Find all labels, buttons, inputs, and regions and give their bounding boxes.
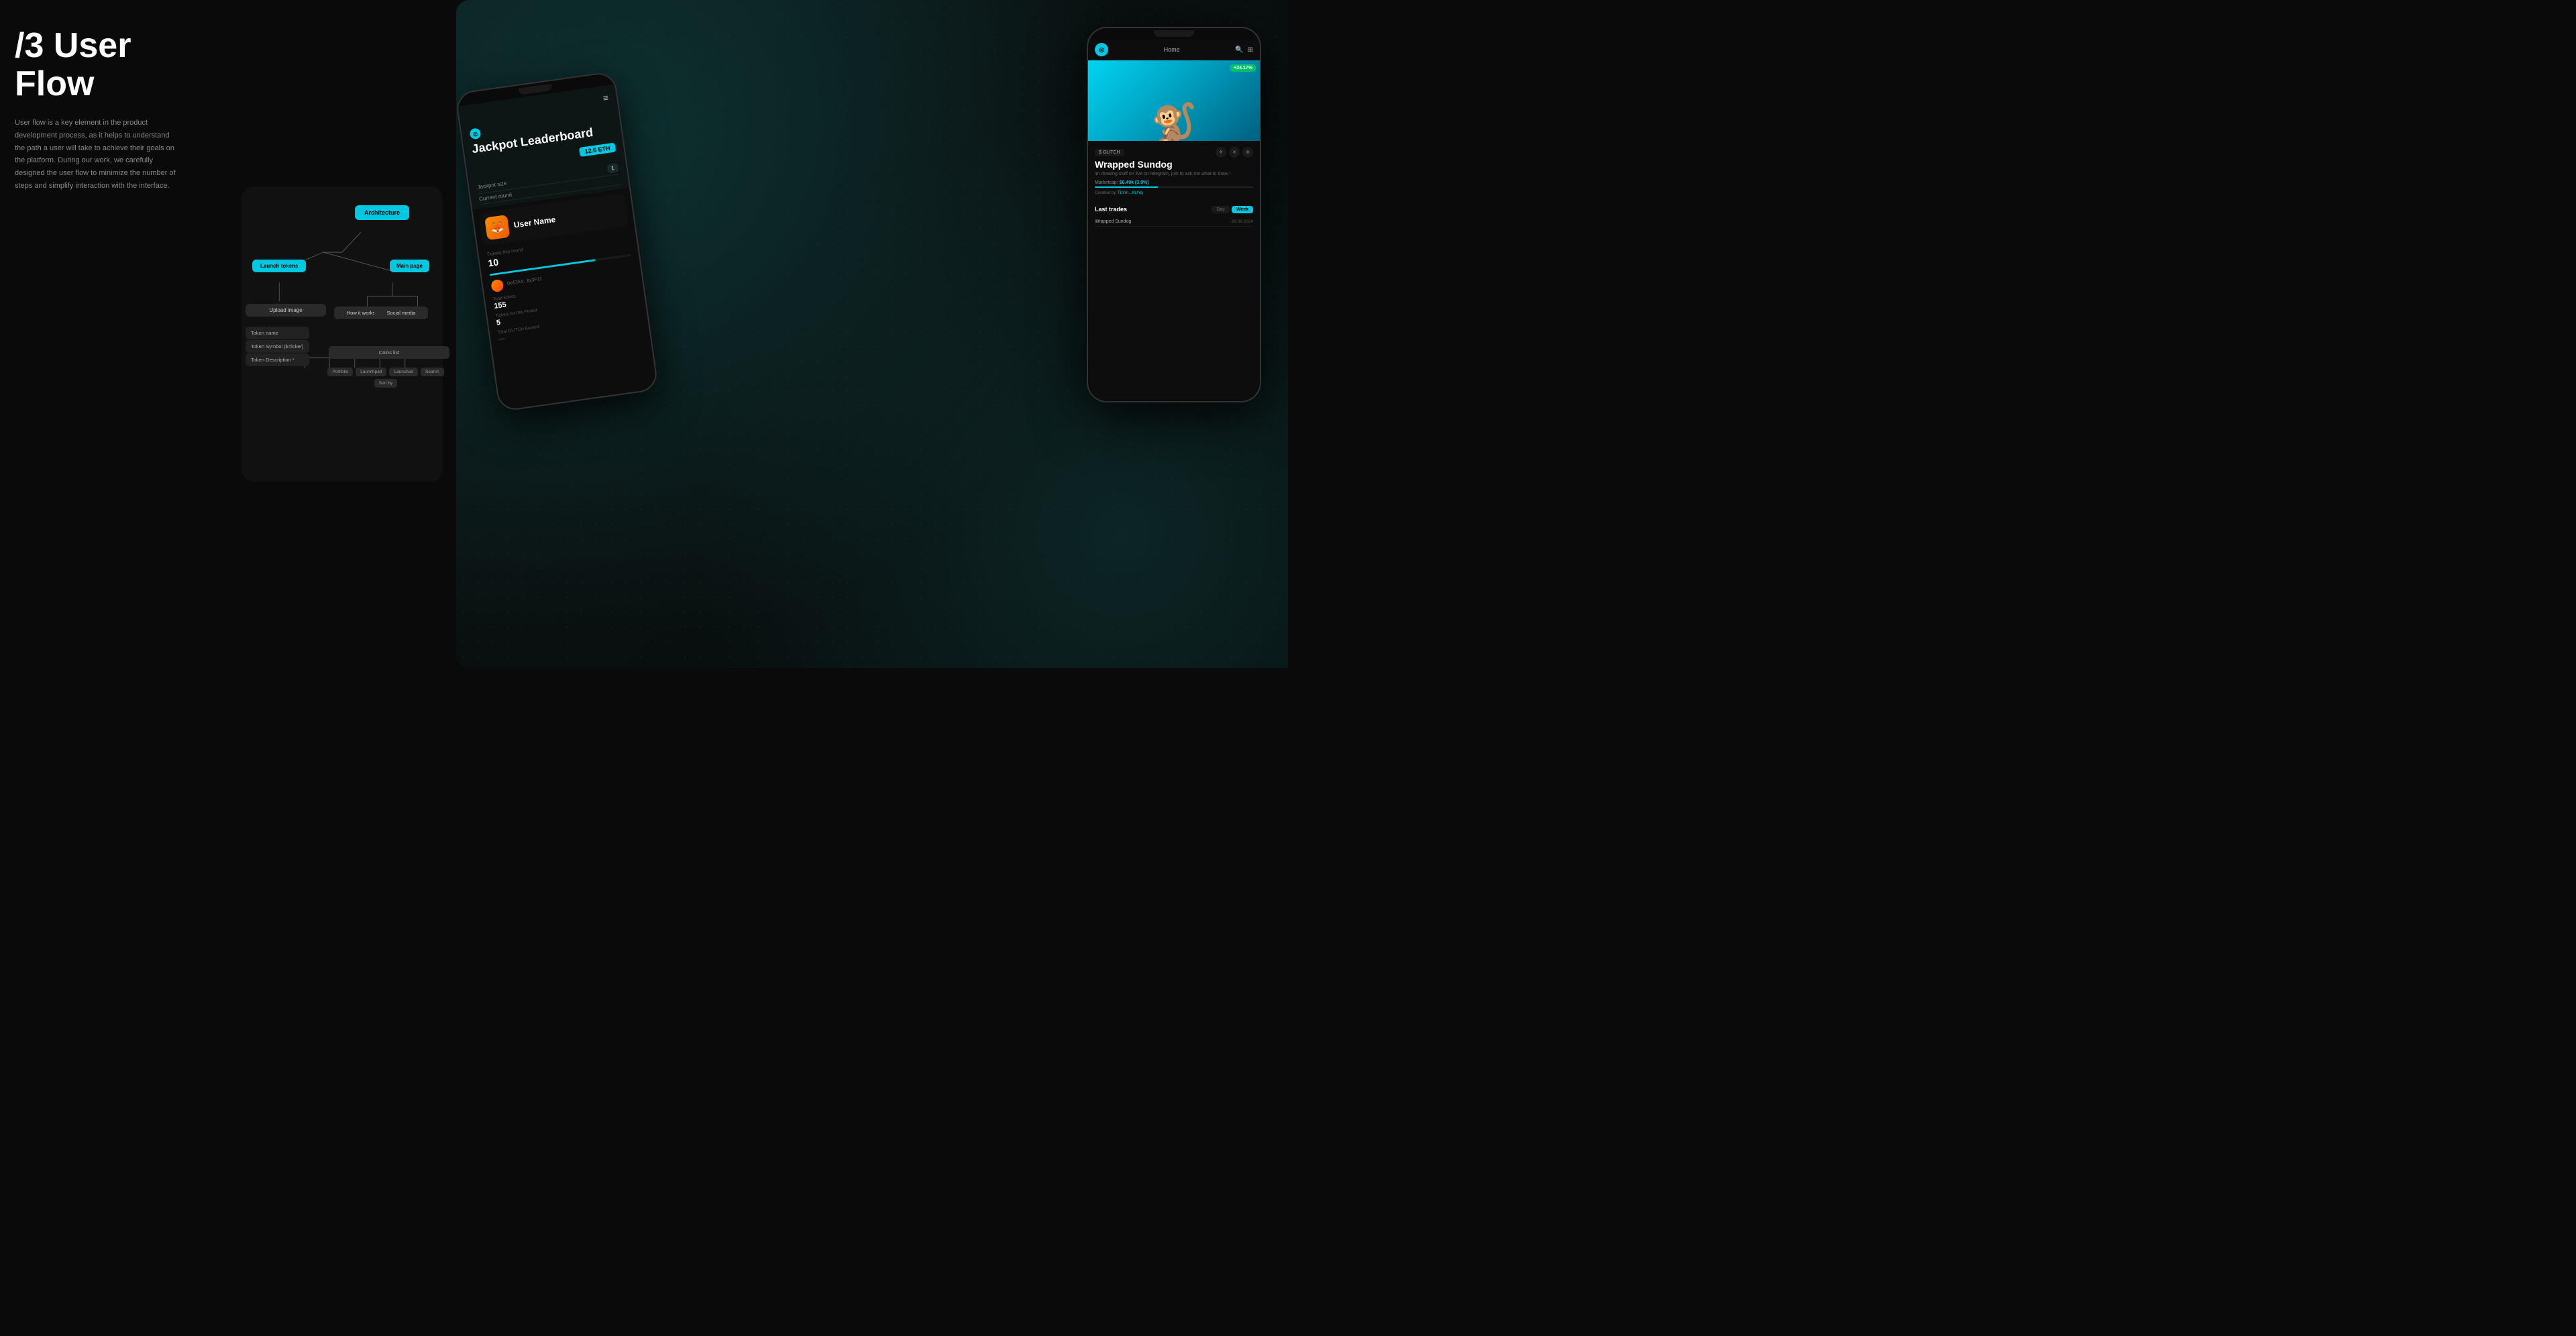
flow-diagram: Architecture Launch tokens Main page Upl…: [241, 186, 443, 482]
fp-nft-illustration: 🐒: [1151, 104, 1197, 141]
fp-trades-tabs: Day Week: [1212, 206, 1253, 213]
twitter-x-icon[interactable]: ✕: [1229, 147, 1240, 158]
fp-day-tab[interactable]: Day: [1212, 206, 1229, 213]
coins-list-label: Coins list: [329, 346, 449, 359]
phone-token-detail: ◎ Home 🔍 ⊞ 🐒 +24.17%: [1087, 27, 1261, 402]
launchpad-tab[interactable]: Launchpad: [356, 368, 386, 376]
fp-week-tab[interactable]: Week: [1232, 206, 1253, 213]
fp-token-tag: $ GLITCH: [1095, 149, 1124, 156]
fp-marketcap: Marketcap: $6.49k (3.9%): [1095, 180, 1253, 185]
left-section: /3 User Flow User flow is a key element …: [0, 0, 228, 668]
launch-tokens-node: Launch tokens: [252, 259, 306, 272]
fp-trade-date: 28.08.2024: [1231, 219, 1253, 224]
lb-addr-text: 0x47A4...8x3F11: [507, 277, 543, 286]
lb-menu-icon[interactable]: ≡: [602, 92, 609, 103]
search-tab[interactable]: Search: [421, 368, 444, 376]
phone-container: ≡ ◎ Jackpot Leaderboard 12.6 ETH: [456, 0, 1288, 668]
fp-logo-symbol: ◎: [1099, 46, 1104, 54]
fp-filter-icon[interactable]: ⊞: [1248, 46, 1253, 54]
current-round-label: Current round: [478, 191, 512, 202]
lb-eth-amount: 12.6 ETH: [579, 142, 616, 156]
fp-token-section: $ GLITCH Wrapped Sundog ✈ ✕ ⊕ im drawing…: [1088, 141, 1260, 203]
web-icon[interactable]: ⊕: [1242, 147, 1253, 158]
fp-header: ◎ Home 🔍 ⊞: [1088, 39, 1260, 60]
phone-leaderboard: ≡ ◎ Jackpot Leaderboard 12.6 ETH: [456, 71, 659, 412]
fp-search-icon[interactable]: 🔍: [1235, 46, 1243, 54]
fp-marketcap-label: Marketcap:: [1095, 180, 1118, 185]
coins-list-tabs: Portfolio Launchpad Launchad Search Sort…: [327, 368, 444, 388]
fp-token-name: Wrapped Sundog: [1095, 159, 1173, 170]
fp-created-by-label: Created by: [1095, 190, 1116, 195]
lb-username: User Name: [513, 215, 556, 230]
architecture-label: Architecture: [355, 205, 409, 220]
token-description-label: Token Description *: [246, 353, 309, 366]
fp-token-progress: [1095, 186, 1253, 188]
fp-nft-image: 🐒 +24.17%: [1088, 60, 1260, 141]
main-page-label: Main page: [390, 260, 429, 272]
telegram-icon[interactable]: ✈: [1216, 147, 1226, 158]
fp-token-desc: im drawing stuff on live on telegram, jo…: [1095, 171, 1253, 178]
fp-logo: ◎: [1095, 43, 1108, 56]
section-description: User flow is a key element in the produc…: [15, 117, 176, 192]
upload-image-box: Upload image: [246, 303, 326, 317]
right-section: ≡ ◎ Jackpot Leaderboard 12.6 ETH: [456, 0, 1288, 668]
jackpot-size-val: 1: [606, 163, 619, 173]
page-container: /3 User Flow User flow is a key element …: [0, 0, 1288, 668]
fp-marketcap-val: $6.49k (3.9%): [1120, 180, 1149, 185]
sort-by-tab[interactable]: Sort by: [374, 379, 398, 388]
fp-trade-row: Wrapped Sundog 28.08.2024: [1095, 217, 1253, 227]
fp-trades-section: Last trades Day Week Wrapped Sundog 28.0…: [1088, 203, 1260, 229]
portfolio-tab[interactable]: Portfolio: [327, 368, 353, 376]
fp-trades-title: Last trades: [1095, 206, 1127, 213]
token-description-box: Token Description *: [246, 350, 326, 370]
fp-trades-header: Last trades Day Week: [1095, 206, 1253, 213]
fp-progress-fill: [1095, 186, 1158, 188]
upload-image-label: Upload image: [246, 304, 326, 317]
launch-tokens-label: Launch tokens: [252, 260, 306, 272]
page-title: /3 User Flow: [15, 27, 215, 103]
coins-list-node: Coins list: [329, 346, 396, 361]
fp-created-by: Created by TLYm...hUYq: [1095, 190, 1253, 195]
jackpot-size-label: Jackpot size: [477, 180, 507, 190]
social-media-node: Social media: [374, 306, 428, 319]
lb-logo: ◎: [469, 127, 481, 140]
main-page-node: Main page: [390, 259, 429, 272]
flow-diagram-section: Architecture Launch tokens Main page Upl…: [228, 0, 456, 668]
fp-trade-name: Wrapped Sundog: [1095, 219, 1131, 224]
lb-avatar: 🦊: [484, 215, 510, 240]
leaderboard-screen: ≡ ◎ Jackpot Leaderboard 12.6 ETH: [456, 72, 657, 410]
token-detail-screen: ◎ Home 🔍 ⊞ 🐒 +24.17%: [1088, 28, 1260, 401]
fp-percent-badge: +24.17%: [1230, 64, 1256, 72]
fp-creator-addr[interactable]: TLYm...hUYq: [1118, 190, 1143, 195]
lb-addr-avatar: [490, 278, 504, 292]
architecture-node: Architecture: [355, 205, 409, 220]
social-media-label: Social media: [374, 307, 428, 319]
launchad-tab[interactable]: Launchad: [389, 368, 418, 376]
fp-nav-home: Home: [1164, 46, 1180, 53]
fp-social-icons: ✈ ✕ ⊕: [1216, 147, 1253, 158]
